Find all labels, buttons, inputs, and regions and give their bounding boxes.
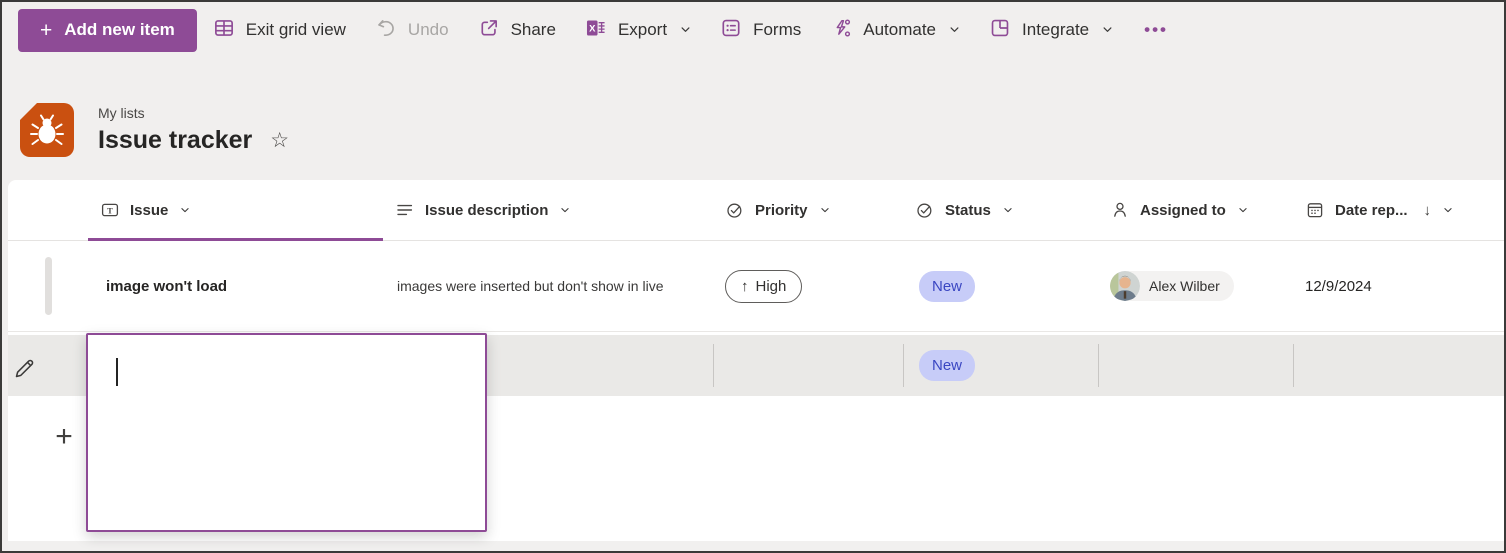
share-button[interactable]: Share	[465, 9, 569, 51]
share-icon	[478, 17, 500, 44]
add-new-item-button[interactable]: + Add new item	[18, 8, 197, 52]
choice-icon	[725, 200, 745, 220]
chevron-down-icon	[1443, 202, 1453, 219]
svg-text:X: X	[589, 23, 596, 34]
status-badge: New	[919, 270, 976, 302]
row-select-handle[interactable]	[8, 241, 88, 331]
integrate-button[interactable]: Integrate	[976, 9, 1126, 51]
favorite-star-icon[interactable]: ☆	[270, 130, 289, 151]
row-drag-indicator	[44, 257, 52, 315]
forms-icon	[720, 17, 742, 44]
column-header-assigned-to[interactable]: Assigned to	[1098, 180, 1293, 240]
column-label: Assigned to	[1140, 201, 1226, 219]
active-column-indicator	[88, 238, 383, 241]
table-row[interactable]: image won't load images were inserted bu…	[8, 241, 1504, 332]
header-gutter	[8, 180, 88, 240]
avatar	[1110, 271, 1140, 301]
chevron-down-icon	[560, 202, 570, 219]
list-title-header: My lists Issue tracker ☆	[18, 101, 289, 159]
exit-grid-view-button[interactable]: Exit grid view	[200, 9, 359, 51]
chevron-down-icon	[820, 202, 830, 219]
column-label: Date rep...	[1335, 201, 1408, 219]
chevron-down-icon	[1102, 20, 1113, 40]
forms-label: Forms	[753, 20, 802, 39]
text-cursor	[116, 358, 118, 386]
column-label: Issue	[130, 201, 169, 219]
edit-pencil-icon	[13, 358, 35, 380]
more-icon: •••	[1144, 20, 1168, 39]
plus-icon: +	[55, 420, 73, 453]
column-label: Priority	[755, 201, 808, 219]
chevron-down-icon	[1238, 202, 1248, 219]
horizontal-scrollbar[interactable]	[8, 541, 1504, 551]
exit-grid-view-label: Exit grid view	[245, 20, 346, 39]
date-icon	[1305, 200, 1325, 220]
cell-priority[interactable]: ↑ High	[713, 241, 903, 331]
automate-icon	[830, 17, 852, 44]
sort-descending-icon: ↓	[1423, 201, 1432, 219]
assigned-to-name: Alex Wilber	[1149, 278, 1220, 294]
priority-value: High	[755, 277, 787, 295]
excel-icon: X	[585, 17, 607, 44]
page-title: Issue tracker	[98, 126, 253, 154]
column-header-priority[interactable]: Priority	[713, 180, 903, 240]
choice-icon	[915, 200, 935, 220]
single-line-text-icon: T	[100, 200, 120, 220]
integrate-label: Integrate	[1022, 20, 1090, 39]
status-badge: New	[919, 350, 976, 381]
chevron-down-icon	[680, 20, 691, 40]
automate-label: Automate	[863, 20, 937, 39]
add-new-item-label: Add new item	[64, 20, 175, 39]
add-row-button[interactable]: +	[46, 417, 82, 457]
svg-text:T: T	[107, 205, 113, 215]
chevron-down-icon	[949, 20, 960, 40]
undo-icon	[375, 17, 397, 44]
cell-assigned-to[interactable]: Alex Wilber	[1098, 241, 1293, 331]
command-bar: + Add new item Exit grid view Undo Share…	[2, 2, 1504, 58]
list-logo	[18, 101, 76, 159]
column-label: Status	[945, 201, 991, 219]
export-button[interactable]: X Export	[572, 9, 704, 51]
cell-issue[interactable]: image won't load	[88, 241, 383, 331]
cell-editor-textbox[interactable]	[86, 333, 487, 532]
chevron-down-icon	[180, 202, 190, 219]
new-cell-priority[interactable]	[713, 335, 903, 396]
undo-label: Undo	[407, 20, 449, 39]
date-value: 12/9/2024	[1305, 277, 1372, 295]
grid-icon	[213, 17, 235, 44]
new-cell-status[interactable]: New	[903, 335, 1098, 396]
forms-button[interactable]: Forms	[707, 9, 814, 51]
integrate-icon	[989, 17, 1011, 44]
cell-status[interactable]: New	[903, 241, 1098, 331]
plus-icon: +	[40, 18, 53, 42]
export-label: Export	[617, 20, 668, 39]
multiline-text-icon	[395, 200, 415, 220]
cell-issue-description[interactable]: images were inserted but don't show in l…	[383, 241, 713, 331]
column-header-status[interactable]: Status	[903, 180, 1098, 240]
column-header-issue-description[interactable]: Issue description	[383, 180, 713, 240]
person-chip: Alex Wilber	[1110, 271, 1234, 301]
automate-button[interactable]: Automate	[817, 9, 973, 51]
cell-date-reported[interactable]: 12/9/2024	[1293, 241, 1504, 331]
arrow-up-icon: ↑	[741, 277, 749, 295]
column-label: Issue description	[425, 201, 549, 219]
column-header-row: T Issue Issue description Priority Statu…	[8, 180, 1504, 241]
person-icon	[1110, 200, 1130, 220]
column-header-issue[interactable]: T Issue	[88, 180, 383, 240]
chevron-down-icon	[1003, 202, 1013, 219]
breadcrumb[interactable]: My lists	[98, 105, 289, 121]
app-window: + Add new item Exit grid view Undo Share…	[0, 0, 1506, 553]
issue-description-text: images were inserted but don't show in l…	[397, 277, 664, 294]
undo-button[interactable]: Undo	[362, 9, 462, 51]
priority-pill: ↑ High	[725, 269, 803, 303]
share-label: Share	[510, 20, 556, 39]
new-cell-date-reported[interactable]	[1293, 335, 1504, 396]
more-commands-button[interactable]: •••	[1132, 9, 1180, 51]
issue-title: image won't load	[106, 277, 228, 295]
new-cell-assigned-to[interactable]	[1098, 335, 1293, 396]
column-header-date-reported[interactable]: Date rep... ↓	[1293, 180, 1504, 240]
